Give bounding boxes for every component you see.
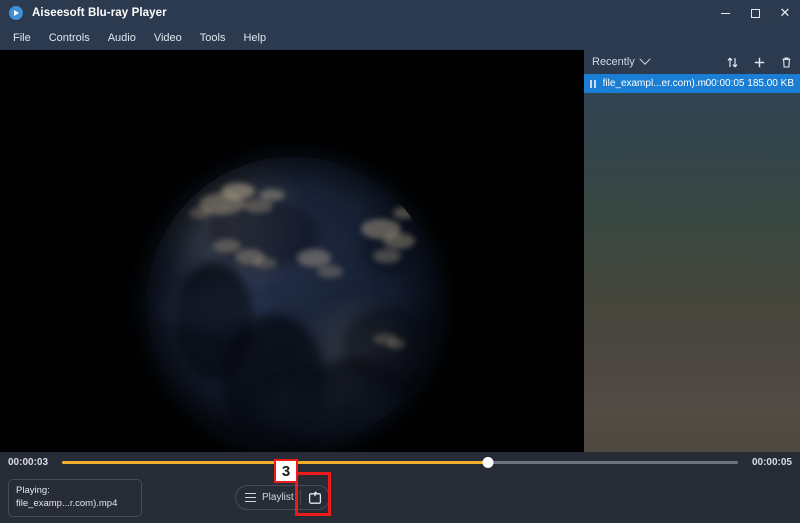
menu-bar: File Controls Audio Video Tools Help (0, 26, 800, 50)
playlist-item-name: file_exampl...er.com).mp4 (602, 78, 706, 89)
now-playing-box: Playing: file_examp...r.com).mp4 (8, 479, 142, 517)
close-icon[interactable]: ✕ (770, 0, 800, 26)
playlist-item-duration: 00:00:05 (705, 78, 745, 89)
minimize-icon[interactable] (710, 0, 740, 26)
playlist-toggle-button[interactable]: Playlist (235, 485, 330, 510)
playlist-item-meta: 00:00:05 185.00 KB (706, 78, 794, 89)
total-time: 00:00:05 (751, 456, 792, 468)
seek-handle[interactable] (482, 456, 494, 468)
repeat-screen-icon[interactable] (307, 489, 324, 506)
sort-icon[interactable] (725, 55, 740, 70)
seek-track[interactable] (62, 452, 738, 472)
current-time: 00:00:03 (8, 456, 49, 468)
player-window: Aiseesoft Blu-ray Player ✕ File Controls… (0, 0, 800, 523)
now-playing-label: Playing: (16, 485, 50, 496)
playlist-toolbar: Recently (584, 50, 800, 74)
playlist-tool-buttons (725, 50, 794, 74)
hamburger-icon (245, 492, 256, 503)
menu-item-tools[interactable]: Tools (191, 26, 235, 50)
seek-bar: 00:00:03 00:00:05 (0, 452, 800, 472)
playlist-toggle-label: Playlist (262, 492, 294, 503)
play-circle-icon (9, 6, 23, 20)
chevron-down-icon (639, 53, 651, 65)
add-icon[interactable] (752, 55, 767, 70)
control-bar: Playing: file_examp...r.com).mp4 Playlis… (0, 472, 800, 523)
playlist-filter-dropdown[interactable]: Recently (592, 53, 651, 68)
maximize-icon[interactable] (740, 0, 770, 26)
pause-icon (590, 79, 603, 88)
list-item[interactable]: file_exampl...er.com).mp4 00:00:05 185.0… (584, 74, 800, 93)
playlist-filter-label: Recently (592, 56, 635, 68)
menu-item-video[interactable]: Video (145, 26, 191, 50)
window-title: Aiseesoft Blu-ray Player (32, 7, 167, 19)
annotation-step-badge: 3 (274, 459, 298, 483)
title-bar: Aiseesoft Blu-ray Player ✕ (0, 0, 800, 26)
playlist-item-size: 185.00 KB (747, 78, 794, 89)
menu-item-file[interactable]: File (4, 26, 40, 50)
menu-item-help[interactable]: Help (234, 26, 275, 50)
playlist-panel: Recently file_exampl...er.com).m 00:00:0… (584, 50, 800, 452)
window-controls: ✕ (710, 0, 800, 26)
delete-icon[interactable] (779, 55, 794, 70)
menu-item-controls[interactable]: Controls (40, 26, 99, 50)
now-playing-filename: file_examp...r.com).mp4 (16, 498, 118, 509)
earth-limb-highlight (147, 157, 439, 449)
video-frame (0, 50, 584, 452)
pill-divider (299, 490, 301, 505)
video-stage[interactable] (0, 50, 584, 452)
menu-item-audio[interactable]: Audio (99, 26, 145, 50)
